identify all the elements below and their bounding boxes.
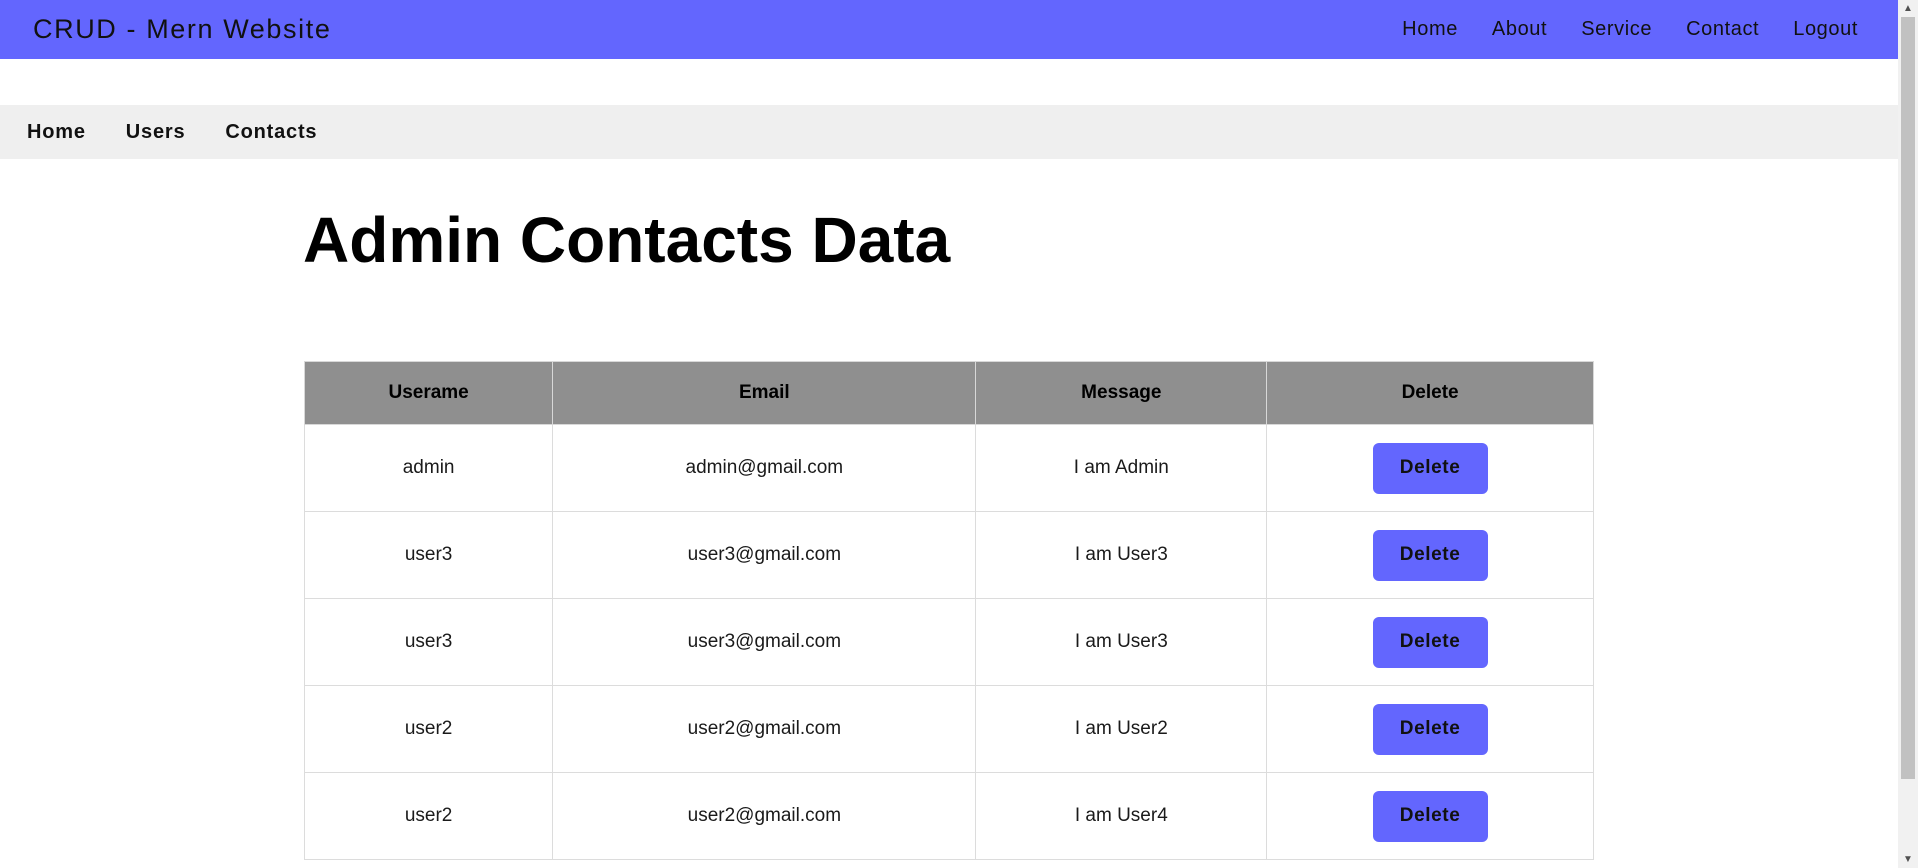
cell-delete: Delete: [1266, 598, 1594, 686]
cell-message: I am Admin: [975, 424, 1268, 512]
column-header-delete: Delete: [1266, 361, 1594, 425]
cell-username: user3: [303, 511, 554, 599]
delete-button[interactable]: Delete: [1372, 529, 1488, 581]
cell-username: user3: [303, 598, 554, 686]
cell-email: admin@gmail.com: [552, 424, 977, 512]
cell-email: user3@gmail.com: [552, 511, 977, 599]
nav-link-service[interactable]: Service: [1581, 18, 1652, 41]
site-brand[interactable]: CRUD - Mern Website: [33, 14, 331, 45]
top-navbar: CRUD - Mern Website Home About Service C…: [0, 0, 1898, 59]
cell-delete: Delete: [1266, 511, 1594, 599]
column-header-email: Email: [552, 361, 977, 425]
admin-nav-home[interactable]: Home: [27, 121, 86, 144]
delete-button[interactable]: Delete: [1372, 703, 1488, 755]
nav-link-about[interactable]: About: [1492, 18, 1547, 41]
table-row: user3 user3@gmail.com I am User3 Delete: [303, 511, 1594, 599]
column-header-username: Userame: [303, 361, 554, 425]
cell-delete: Delete: [1266, 685, 1594, 773]
column-header-message: Message: [975, 361, 1268, 425]
delete-button[interactable]: Delete: [1372, 442, 1488, 494]
nav-link-home[interactable]: Home: [1402, 18, 1458, 41]
nav-link-logout[interactable]: Logout: [1793, 18, 1858, 41]
cell-message: I am User3: [975, 598, 1268, 686]
cell-message: I am User2: [975, 685, 1268, 773]
cell-email: user2@gmail.com: [552, 685, 977, 773]
table-row: user3 user3@gmail.com I am User3 Delete: [303, 598, 1594, 686]
scrollbar-thumb[interactable]: [1901, 17, 1915, 779]
main-nav: Home About Service Contact Logout: [1402, 18, 1858, 41]
table-row: admin admin@gmail.com I am Admin Delete: [303, 424, 1594, 512]
table-header-row: Userame Email Message Delete: [303, 361, 1594, 425]
cell-message: I am User4: [975, 772, 1268, 860]
nav-link-contact[interactable]: Contact: [1686, 18, 1759, 41]
cell-delete: Delete: [1266, 772, 1594, 860]
table-row: user2 user2@gmail.com I am User2 Delete: [303, 685, 1594, 773]
delete-button[interactable]: Delete: [1372, 616, 1488, 668]
admin-nav-contacts[interactable]: Contacts: [225, 121, 317, 144]
vertical-scrollbar[interactable]: ▲ ▼: [1898, 0, 1918, 868]
admin-nav-users[interactable]: Users: [126, 121, 186, 144]
cell-username: admin: [303, 424, 554, 512]
cell-email: user2@gmail.com: [552, 772, 977, 860]
cell-delete: Delete: [1266, 424, 1594, 512]
table-row: user2 user2@gmail.com I am User4 Delete: [303, 772, 1594, 860]
contacts-table: Userame Email Message Delete admin admin…: [303, 361, 1594, 860]
cell-email: user3@gmail.com: [552, 598, 977, 686]
scroll-down-arrow-icon[interactable]: ▼: [1898, 851, 1918, 868]
delete-button[interactable]: Delete: [1372, 790, 1488, 842]
cell-username: user2: [303, 685, 554, 773]
admin-nav: Home Users Contacts: [0, 105, 1898, 159]
scroll-up-arrow-icon[interactable]: ▲: [1898, 0, 1918, 17]
cell-message: I am User3: [975, 511, 1268, 599]
cell-username: user2: [303, 772, 554, 860]
page-title: Admin Contacts Data: [303, 204, 951, 276]
